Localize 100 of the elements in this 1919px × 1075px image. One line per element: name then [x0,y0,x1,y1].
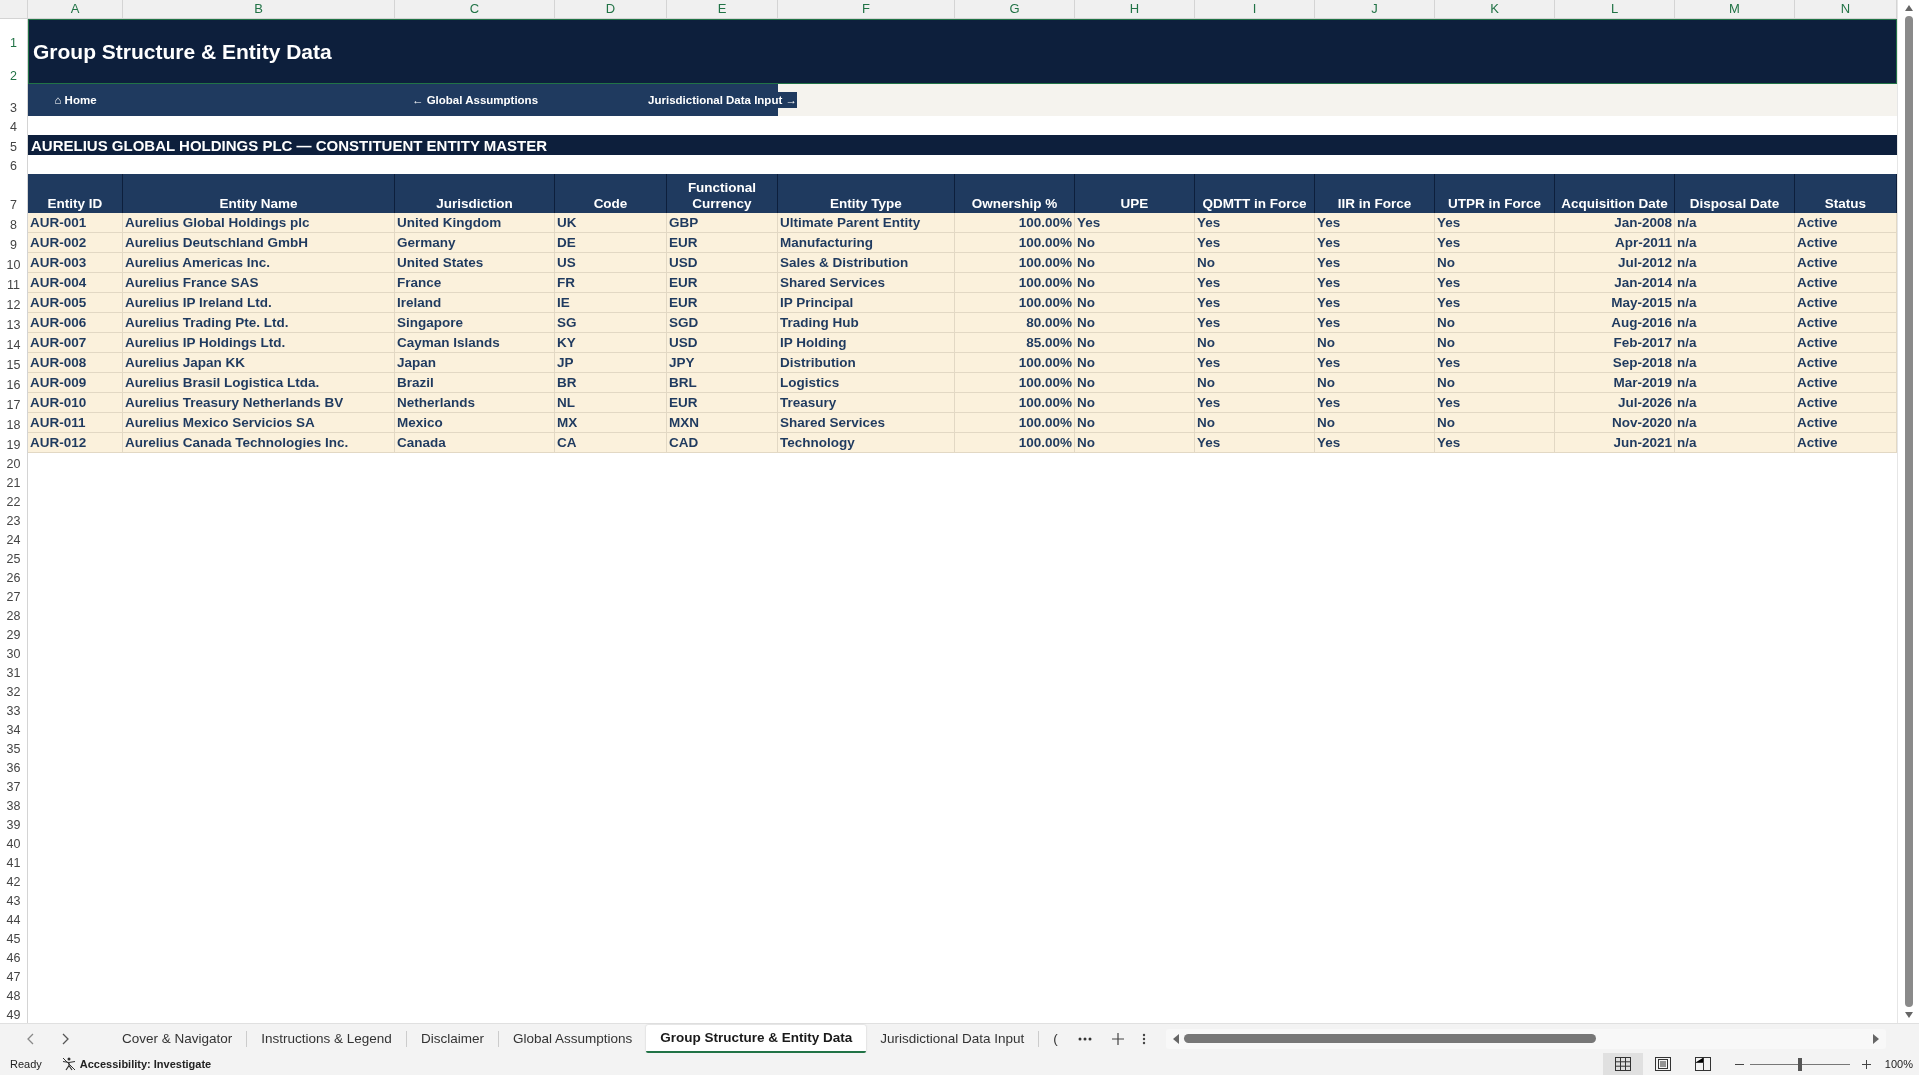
table-cell: No [1075,413,1195,433]
accessibility-status[interactable]: Accessibility: Investigate [79,1058,212,1070]
table-cell: Ireland [395,293,555,313]
table-cell: AUR-009 [28,373,123,393]
table-cell: Yes [1315,273,1435,293]
table-cell: No [1075,333,1195,353]
sheet-tab[interactable]: Group Structure & Entity Data [646,1024,867,1053]
column-header[interactable]: K [1435,0,1555,18]
table-cell: Germany [395,233,555,253]
table-cell: No [1315,373,1435,393]
more-icon[interactable] [1077,1036,1092,1041]
table-cell: GBP [667,213,778,233]
column-header[interactable]: J [1315,0,1435,18]
table-cell: US [555,253,667,273]
table-cell: Yes [1075,213,1195,233]
table-cell: MX [555,413,667,433]
table-cell: Aurelius Mexico Servicios SA [123,413,395,433]
table-cell: Yes [1315,233,1435,253]
zoom-level[interactable]: 100% [1884,1058,1913,1070]
table-cell: No [1195,333,1315,353]
next-sheet-icon[interactable] [60,1032,70,1045]
table-cell: Aug-2016 [1555,313,1675,333]
table-cell: 100.00% [955,353,1075,373]
column-header[interactable]: M [1675,0,1795,18]
options-icon[interactable] [1141,1032,1146,1045]
column-header[interactable]: A [28,0,123,18]
status-text: Ready [10,1058,42,1070]
table-cell: Active [1795,393,1897,413]
column-header[interactable]: D [555,0,667,18]
scroll-thumb[interactable] [1183,1034,1596,1043]
column-heading: Status [1795,174,1897,213]
table-cell: EUR [667,393,778,413]
table-cell: Yes [1435,353,1555,373]
table-cell: Yes [1435,433,1555,453]
table-cell: Jun-2021 [1555,433,1675,453]
table-cell: No [1075,373,1195,393]
scroll-left-icon[interactable] [1171,1033,1180,1044]
table-cell: Shared Services [778,413,955,433]
table-cell: BRL [667,373,778,393]
column-header[interactable]: L [1555,0,1675,18]
table-cell: AUR-005 [28,293,123,313]
nav-link[interactable]: Jurisdictional Data Input → [648,92,797,108]
accessibility-icon[interactable] [61,1057,76,1071]
column-heading: Ownership % [955,174,1075,213]
table-cell: 85.00% [955,333,1075,353]
table-cell: CA [555,433,667,453]
table-cell: 100.00% [955,273,1075,293]
table-cell: Aurelius IP Ireland Ltd. [123,293,395,313]
table-cell: EUR [667,293,778,313]
table-cell: No [1075,233,1195,253]
table-cell: AUR-012 [28,433,123,453]
column-heading: Entity Type [778,174,955,213]
table-cell: Yes [1315,353,1435,373]
zoom-slider-thumb[interactable] [1797,1057,1802,1071]
scroll-thumb[interactable] [1904,16,1913,1007]
sheet-tab[interactable]: Instructions & Legend [247,1024,406,1053]
table-cell: No [1435,313,1555,333]
table-cell: Active [1795,293,1897,313]
column-heading: Jurisdiction [395,174,555,213]
column-heading: Functional Currency [667,174,778,213]
table-cell: No [1075,293,1195,313]
scroll-right-icon[interactable] [1871,1033,1880,1044]
table-cell: AUR-011 [28,413,123,433]
table-cell: n/a [1675,213,1795,233]
horizontal-scrollbar[interactable] [1165,1028,1886,1049]
scroll-down-icon[interactable] [1903,1011,1914,1019]
sheet-tab[interactable]: Jurisdictional Data Input [866,1024,1039,1053]
column-header[interactable]: B [123,0,395,18]
table-cell: No [1435,413,1555,433]
table-cell: 80.00% [955,313,1075,333]
column-header[interactable]: H [1075,0,1195,18]
sheet-tab[interactable]: Cover & Navigator [108,1024,247,1053]
column-header[interactable]: E [667,0,778,18]
column-header[interactable]: C [395,0,555,18]
table-cell: IP Principal [778,293,955,313]
table-cell: JPY [667,353,778,373]
table-cell: UK [555,213,667,233]
scroll-up-icon[interactable] [1903,4,1914,12]
zoom-in-icon[interactable] [1861,1059,1871,1069]
table-cell: Yes [1315,293,1435,313]
column-header[interactable]: I [1195,0,1315,18]
page-break-icon [1694,1057,1711,1071]
table-cell: Yes [1435,233,1555,253]
sheet-tab[interactable]: Global Assumptions [498,1024,647,1053]
table-cell: 100.00% [955,413,1075,433]
table-cell: No [1315,333,1435,353]
view-button[interactable] [1602,1053,1643,1075]
table-cell: Active [1795,233,1897,253]
sheet-tab[interactable]: ( [1039,1024,1060,1053]
column-header[interactable]: F [778,0,955,18]
table-cell: Nov-2020 [1555,413,1675,433]
column-header[interactable]: G [955,0,1075,18]
previous-sheet-icon[interactable] [26,1032,36,1045]
table-cell: Feb-2017 [1555,333,1675,353]
table-cell: Netherlands [395,393,555,413]
table-cell: Yes [1315,253,1435,273]
table-cell: Aurelius Brasil Logistica Ltda. [123,373,395,393]
table-cell: 100.00% [955,253,1075,273]
add-sheet-icon[interactable] [1111,1032,1124,1045]
sheet-tab[interactable]: Disclaimer [406,1024,498,1053]
